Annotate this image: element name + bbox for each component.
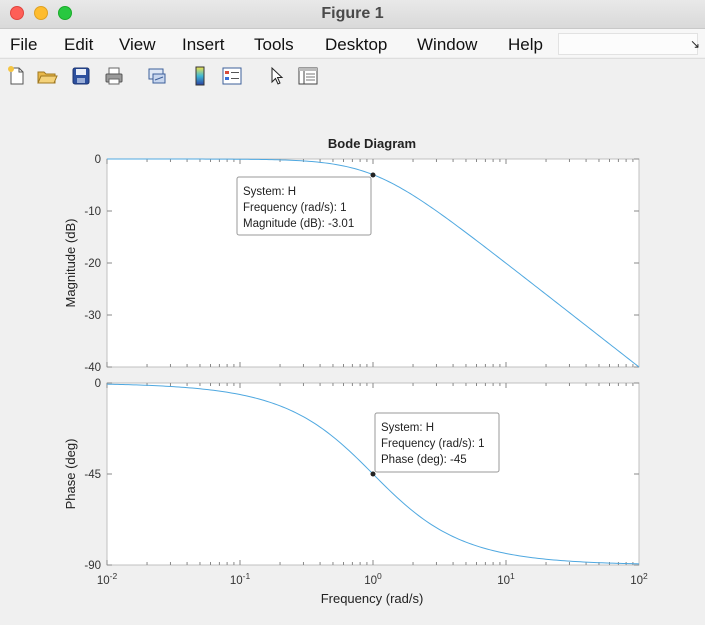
phase-ytick-label: -45 [84,469,101,481]
menu-overflow-area [558,33,698,55]
datatip-phase-line3: Phase (deg): -45 [381,454,467,466]
menu-window[interactable]: Window [417,35,477,55]
x-tick-label: 10-2 [97,571,118,587]
figure-window: Figure 1 File Edit View Insert Tools Des… [0,0,705,625]
title-bar: Figure 1 [0,0,705,29]
x-tick-label: 10-1 [230,571,251,587]
plot-title: Bode Diagram [328,136,416,151]
save-icon[interactable] [70,65,92,87]
window-title: Figure 1 [321,5,384,22]
x-tick-label: 100 [364,571,382,587]
datatip-phase-line1: System: H [381,422,434,434]
figure-canvas: Bode Diagram 0 -10 -20 -30 -40 Magnitude (dB… [0,93,705,625]
magnitude-ylabel: Magnitude (dB) [63,219,78,308]
mag-ytick-label: -20 [84,258,101,270]
menu-help[interactable]: Help [508,35,543,55]
open-folder-icon[interactable] [36,65,58,87]
new-file-icon[interactable] [6,65,28,87]
legend-icon[interactable] [221,65,243,87]
x-tick-labels: 10-2 10-1 100 101 102 [97,571,648,587]
magnitude-axes[interactable] [106,158,640,368]
menu-file[interactable]: File [10,35,37,55]
mag-ytick-label: -40 [84,362,101,374]
menu-view[interactable]: View [119,35,156,55]
link-plot-icon[interactable] [146,65,168,87]
x-tick-label: 102 [630,571,648,587]
colorbar-icon[interactable] [189,65,211,87]
menu-insert[interactable]: Insert [182,35,225,55]
phase-ylabel: Phase (deg) [63,439,78,510]
pointer-icon[interactable] [266,65,288,87]
menu-desktop[interactable]: Desktop [325,35,387,55]
phase-ytick-label: -90 [84,560,101,572]
datatip-phase-line2: Frequency (rad/s): 1 [381,438,485,450]
mag-ytick-label: -10 [84,206,101,218]
menu-edit[interactable]: Edit [64,35,93,55]
datatip-mag-marker[interactable] [370,172,376,178]
mag-ytick-label: 0 [95,154,101,166]
menu-tools[interactable]: Tools [254,35,294,55]
x-tick-label: 101 [497,571,515,587]
datatip-mag-line1: System: H [243,186,296,198]
mag-ytick-label: -30 [84,310,101,322]
dock-arrow-icon[interactable]: ↘ [690,37,700,51]
toolbar [0,58,705,94]
x-axis-label: Frequency (rad/s) [321,591,424,606]
bode-plot: Bode Diagram 0 -10 -20 -30 -40 Magnitude (dB… [63,136,648,606]
datatip-mag-line2: Frequency (rad/s): 1 [243,202,347,214]
datatip-mag-line3: Magnitude (dB): -3.01 [243,218,354,230]
property-inspector-icon[interactable] [297,65,319,87]
datatip-phase-marker[interactable] [370,471,376,477]
phase-ytick-label: 0 [95,378,101,390]
print-icon[interactable] [103,65,125,87]
